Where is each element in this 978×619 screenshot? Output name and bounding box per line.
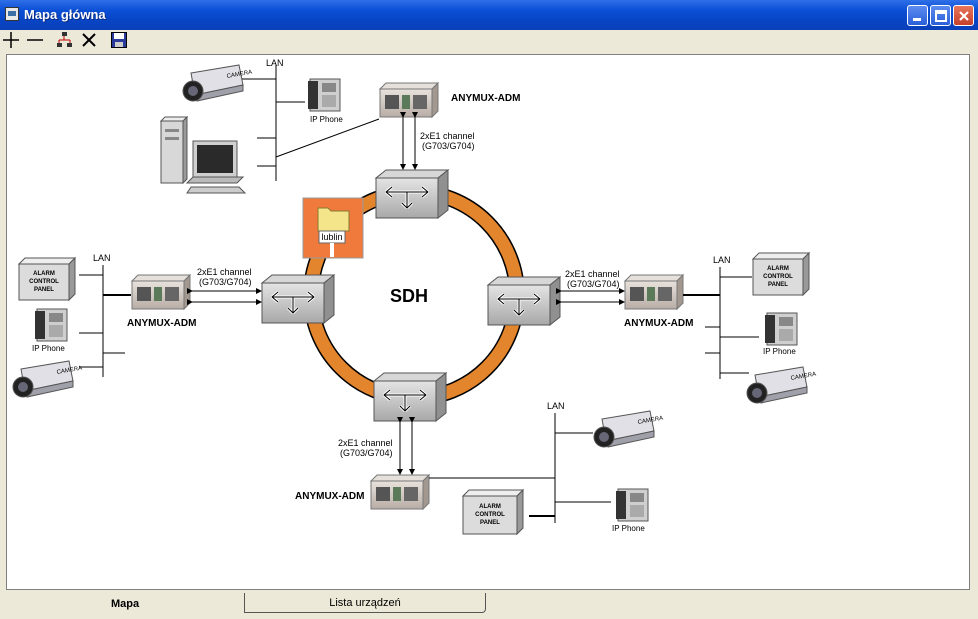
network-layout-button[interactable] [56,31,74,49]
workstation-pc[interactable] [159,115,247,194]
alarm-line1: ALARM [33,271,55,277]
channel-link-top [400,112,418,170]
sdh-node-left[interactable] [260,273,336,325]
ip-phone-bottom[interactable] [616,488,649,522]
toolbar [0,30,978,50]
ip-phone-label-right: IP Phone [763,347,796,356]
alarm-line1: ALARM [479,504,501,510]
alarm-line2: CONTROL [763,274,793,280]
alarm-panel-left[interactable]: ALARM CONTROL PANEL [17,256,77,302]
channel-link-bottom [397,417,415,475]
camera-right[interactable]: CAMERA [746,366,817,404]
sdh-node-right[interactable] [486,275,562,327]
anymux-adm-top[interactable] [378,81,440,119]
alarm-panel-right[interactable]: ALARM CONTROL PANEL [751,251,811,297]
lan-label-left: LAN [93,253,111,263]
maximize-button[interactable] [930,5,951,26]
alarm-line3: PANEL [34,287,54,293]
lan-bus-left [79,265,131,377]
adm-label-left: ANYMUX-ADM [127,318,196,329]
adm-label-right: ANYMUX-ADM [624,318,693,329]
channel-label-right-2: (G703/G704) [567,279,620,289]
zoom-out-button[interactable] [26,31,44,49]
sdh-node-top[interactable] [374,168,450,220]
close-window-button[interactable] [953,5,974,26]
plus-icon [3,32,19,48]
ip-phone-right[interactable] [765,312,798,346]
save-button[interactable] [110,31,128,49]
lan-label-top: LAN [266,58,284,68]
channel-label-bottom-2: (G703/G704) [340,448,393,458]
save-icon [111,32,127,48]
folder-label: lublin [321,232,342,242]
tab-device-list[interactable]: Lista urządzeń [244,593,486,613]
alarm-line1: ALARM [767,266,789,272]
ip-phone-label-left: IP Phone [32,344,65,353]
ip-phone-label-bottom: IP Phone [612,524,645,533]
channel-link-right [556,288,625,305]
ip-phone-label-top: IP Phone [310,115,343,124]
alarm-line3: PANEL [768,282,788,288]
channel-label-bottom-1: 2xE1 channel [338,438,393,448]
zoom-in-button[interactable] [2,31,20,49]
channel-label-right-1: 2xE1 channel [565,269,620,279]
anymux-adm-bottom[interactable] [369,473,431,511]
anymux-adm-left[interactable] [130,273,192,311]
lan-label-right: LAN [713,255,731,265]
lan-bus-right [683,267,759,379]
anymux-adm-right[interactable] [623,273,685,311]
window-title: Mapa główna [24,7,106,22]
camera-bottom[interactable]: CAMERA [593,410,664,448]
ip-phone-top[interactable] [308,78,341,112]
window-titlebar[interactable]: Mapa główna [0,0,978,30]
network-map-canvas[interactable]: SDH lublin ANYMUX-ADM ANYMUX-ADM ANYMUX-… [6,54,970,590]
maximize-icon [935,10,947,22]
delete-button[interactable] [80,31,98,49]
tab-bar: Mapa Lista urządzeń [0,593,978,619]
lan-label-bottom: LAN [547,401,565,411]
camera-left[interactable]: CAMERA [12,360,83,398]
alarm-line3: PANEL [480,520,500,526]
delete-icon [82,33,96,47]
channel-label-top-1: 2xE1 channel [420,131,475,141]
alarm-panel-bottom[interactable]: ALARM CONTROL PANEL [461,488,525,536]
minimize-icon [913,18,921,21]
alarm-line2: CONTROL [29,279,59,285]
camera-top-left[interactable]: CAMERA [182,64,253,102]
close-icon [959,11,969,21]
folder-icon [317,207,350,232]
sdh-node-bottom[interactable] [372,371,448,423]
minimize-button[interactable] [907,5,928,26]
channel-link-left [187,288,262,305]
minus-icon [27,39,43,41]
adm-label-bottom: ANYMUX-ADM [295,491,364,502]
ip-phone-left[interactable] [35,308,68,342]
sdh-label: SDH [390,286,428,306]
channel-label-top-2: (G703/G704) [422,141,475,151]
folder-lublin[interactable]: lublin [302,197,364,259]
network-icon [57,32,72,47]
channel-label-left-1: 2xE1 channel [197,267,252,277]
sdh-network-diagram: SDH lublin ANYMUX-ADM ANYMUX-ADM ANYMUX-… [12,58,817,536]
adm-label-top: ANYMUX-ADM [451,93,520,104]
alarm-line2: CONTROL [475,512,505,518]
app-icon [5,7,19,21]
channel-label-left-2: (G703/G704) [199,277,252,287]
tab-map[interactable]: Mapa [6,593,244,613]
